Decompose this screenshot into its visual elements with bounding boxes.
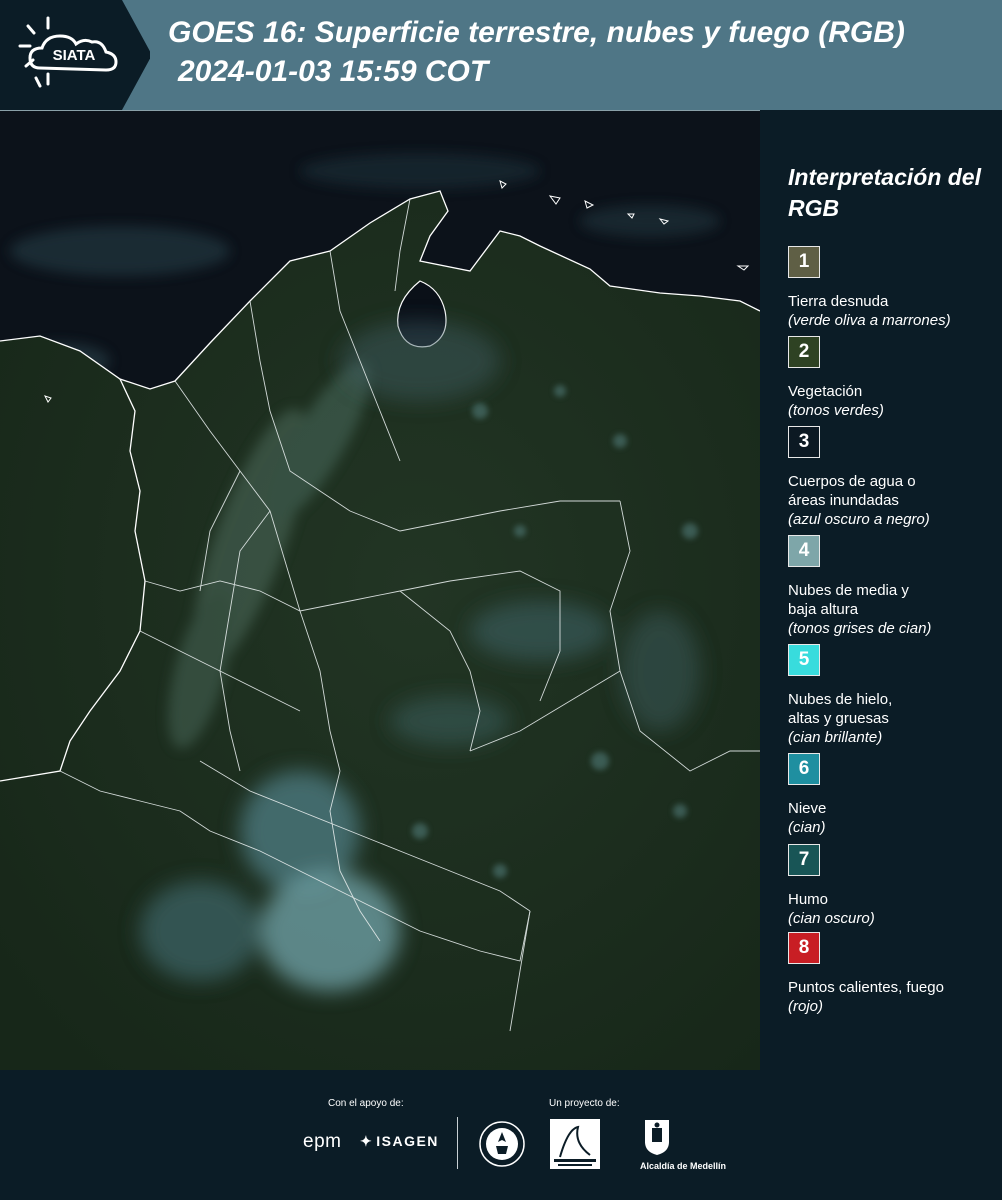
legend-item-label: Humo bbox=[788, 891, 829, 908]
legend-item-label: Nubes de media y baja altura bbox=[788, 582, 909, 618]
legend-item-label: Puntos calientes, fuego bbox=[788, 979, 944, 996]
medellin-university-seal-icon bbox=[478, 1120, 526, 1173]
legend-item-label: Nubes de hielo, altas y gruesas bbox=[788, 691, 893, 727]
satellite-map[interactable] bbox=[0, 110, 760, 1071]
legend-item-fire: 8 Puntos calientes, fuego (rojo) bbox=[788, 932, 998, 1017]
isagen-logo-text: ISAGEN bbox=[376, 1133, 439, 1149]
alcaldia-label: Alcaldía de Medellín bbox=[640, 1161, 727, 1171]
epm-logo: epm bbox=[303, 1131, 342, 1152]
legend-item-label: Tierra desnuda bbox=[788, 293, 889, 310]
legend-item-desc: (rojo) bbox=[788, 998, 824, 1015]
legend-swatch: 6 bbox=[788, 753, 820, 785]
legend-item-desc: (cian) bbox=[788, 819, 826, 836]
alcaldia-shield-icon bbox=[643, 1118, 671, 1161]
legend-item-label: Vegetación bbox=[788, 383, 863, 400]
legend-item-smoke: 7 Humo (cian oscuro) bbox=[788, 844, 998, 929]
isagen-logo: ✦ ISAGEN bbox=[360, 1133, 439, 1150]
isagen-icon: ✦ bbox=[360, 1133, 374, 1149]
legend-item-desc: (cian brillante) bbox=[788, 729, 883, 746]
legend-item-desc: (tonos verdes) bbox=[788, 402, 884, 419]
legend-item-snow: 6 Nieve (cian) bbox=[788, 753, 998, 838]
support-label: Con el apoyo de: bbox=[328, 1098, 404, 1109]
legend-swatch: 7 bbox=[788, 844, 820, 876]
legend-item-low-clouds: 4 Nubes de media y baja altura (tonos gr… bbox=[788, 535, 998, 639]
siata-logo-text: SIATA bbox=[53, 47, 96, 64]
legend-item-water: 3 Cuerpos de agua o áreas inundadas (azu… bbox=[788, 426, 998, 530]
header: SIATA GOES 16: Superficie terrestre, nub… bbox=[0, 0, 1002, 110]
legend-item-label: Nieve bbox=[788, 800, 827, 817]
area-metropolitana-logo-icon bbox=[550, 1119, 600, 1174]
project-label: Un proyecto de: bbox=[549, 1098, 620, 1109]
legend-item-desc: (cian oscuro) bbox=[788, 910, 875, 927]
legend-swatch: 1 bbox=[788, 246, 820, 278]
legend-swatch: 2 bbox=[788, 336, 820, 368]
legend-title: Interpretación del RGB bbox=[788, 164, 981, 221]
legend-swatch: 5 bbox=[788, 644, 820, 676]
footer: Con el apoyo de: Un proyecto de: epm ✦ IS… bbox=[0, 1070, 1002, 1200]
legend-swatch: 3 bbox=[788, 426, 820, 458]
legend-item-label: Cuerpos de agua o áreas inundadas bbox=[788, 473, 916, 509]
legend-swatch: 8 bbox=[788, 932, 820, 964]
legend-item-ice-clouds: 5 Nubes de hielo, altas y gruesas (cian … bbox=[788, 644, 998, 748]
page-timestamp: 2024-01-03 15:59 COT bbox=[178, 55, 489, 88]
legend-item-bare-soil: 1 Tierra desnuda (verde oliva a marrones… bbox=[788, 246, 998, 331]
legend-item-desc: (azul oscuro a negro) bbox=[788, 511, 930, 528]
page-title: GOES 16: Superficie terrestre, nubes y f… bbox=[168, 16, 905, 49]
legend-item-desc: (verde oliva a marrones) bbox=[788, 312, 951, 329]
legend-swatch: 4 bbox=[788, 535, 820, 567]
footer-divider bbox=[457, 1117, 458, 1169]
legend-item-desc: (tonos grises de cian) bbox=[788, 620, 932, 637]
legend-item-vegetation: 2 Vegetación (tonos verdes) bbox=[788, 336, 998, 421]
siata-logo: SIATA bbox=[0, 0, 150, 110]
legend-panel: Interpretación del RGB 1 Tierra desnuda … bbox=[760, 110, 1002, 1070]
